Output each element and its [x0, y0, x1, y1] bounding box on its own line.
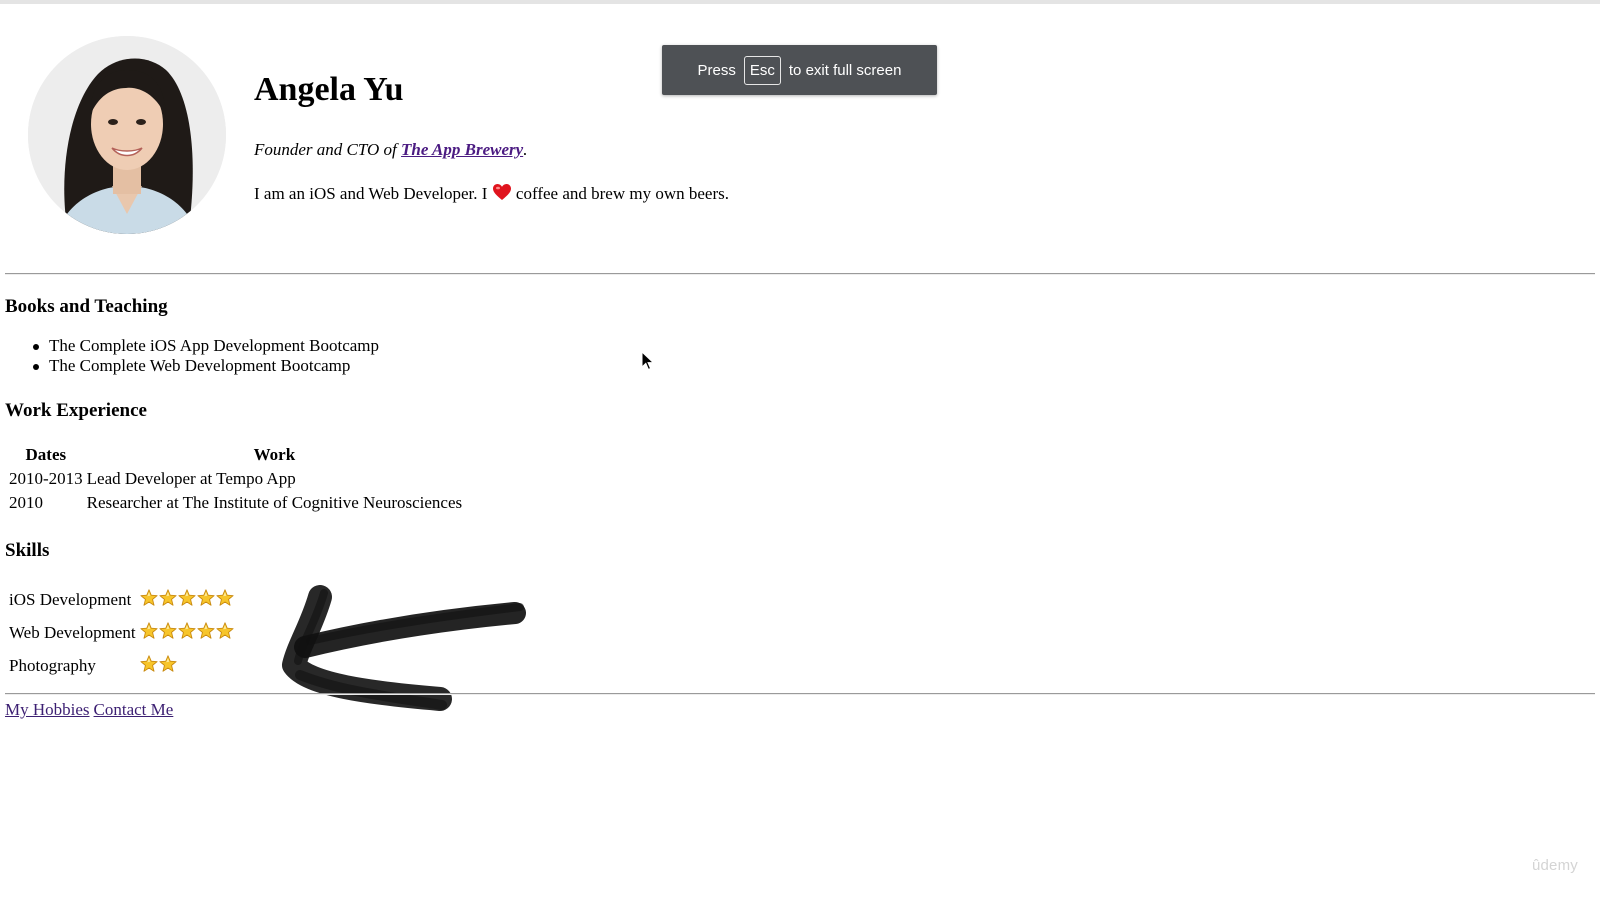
- table-row: 2010 Researcher at The Institute of Cogn…: [8, 492, 463, 514]
- work-table: Dates Work 2010-2013 Lead Developer at T…: [6, 442, 465, 516]
- star-icon: [215, 621, 234, 644]
- table-row: 2010-2013 Lead Developer at Tempo App: [8, 468, 463, 490]
- column-header-work: Work: [253, 445, 296, 464]
- fullscreen-notice: Press Esc to exit full screen: [662, 45, 937, 95]
- star-icon: [196, 621, 215, 644]
- my-hobbies-link[interactable]: My Hobbies: [5, 700, 90, 719]
- skills-table: iOS Development Web Development Photogra…: [6, 582, 238, 683]
- esc-key-badge: Esc: [743, 55, 781, 85]
- list-item: The Complete Web Development Bootcamp: [32, 356, 379, 376]
- profile-name: Angela Yu: [254, 71, 404, 108]
- mouse-cursor-icon: [641, 351, 655, 371]
- footer-nav: My Hobbies Contact Me: [5, 700, 177, 720]
- star-rating: [139, 588, 235, 611]
- profile-bio: I am an iOS and Web Developer. I coffee …: [254, 184, 729, 206]
- star-icon: [139, 621, 158, 644]
- table-cell-dates: 2010: [9, 493, 43, 512]
- tagline-prefix: Founder and CTO of: [254, 140, 402, 159]
- table-row: Web Development: [8, 617, 236, 648]
- table-cell-dates: 2010-2013: [9, 469, 83, 488]
- books-list: The Complete iOS App Development Bootcam…: [32, 336, 380, 376]
- udemy-watermark: ûdemy: [1531, 857, 1578, 874]
- table-cell-work: Researcher at The Institute of Cognitive…: [86, 493, 463, 512]
- skill-rating: [139, 584, 236, 615]
- annotation-arrow-icon: [282, 585, 526, 711]
- fullscreen-exit-text: to exit full screen: [788, 61, 902, 79]
- profile-tagline: Founder and CTO of The App Brewery.: [254, 140, 527, 160]
- star-icon: [196, 588, 215, 611]
- column-header-dates: Dates: [25, 445, 67, 464]
- star-icon: [158, 621, 177, 644]
- skill-rating: [139, 617, 236, 648]
- footer-divider: [5, 693, 1595, 695]
- skills-heading: Skills: [5, 540, 50, 561]
- contact-me-link[interactable]: Contact Me: [94, 700, 174, 719]
- star-icon: [158, 654, 177, 677]
- skill-name: Web Development: [9, 622, 136, 642]
- skill-name: iOS Development: [9, 589, 132, 609]
- star-rating: [139, 621, 235, 644]
- profile-photo: [28, 36, 226, 234]
- heart-icon: [492, 184, 511, 206]
- fullscreen-press-text: Press: [697, 61, 736, 79]
- tagline-suffix: .: [523, 140, 528, 159]
- company-link[interactable]: The App Brewery: [401, 140, 523, 159]
- browser-top-strip: [0, 0, 1600, 4]
- star-icon: [177, 588, 196, 611]
- skill-rating: [139, 650, 236, 681]
- books-heading: Books and Teaching: [5, 296, 168, 317]
- header-divider: [5, 273, 1595, 275]
- star-icon: [139, 654, 158, 677]
- bio-text-start: I am an iOS and Web Developer. I: [254, 184, 492, 203]
- work-heading: Work Experience: [5, 400, 147, 421]
- table-row: Photography: [8, 650, 236, 681]
- skill-name: Photography: [9, 655, 96, 675]
- star-icon: [139, 588, 158, 611]
- star-rating: [139, 654, 235, 677]
- table-row: iOS Development: [8, 584, 236, 615]
- list-item: The Complete iOS App Development Bootcam…: [32, 336, 380, 355]
- star-icon: [215, 588, 234, 611]
- star-icon: [177, 621, 196, 644]
- table-header-row: Dates Work: [8, 444, 463, 466]
- bio-text-end: coffee and brew my own beers.: [511, 184, 729, 203]
- table-cell-work: Lead Developer at Tempo App: [86, 469, 296, 488]
- star-icon: [158, 588, 177, 611]
- profile-photo-illustration: [28, 36, 226, 234]
